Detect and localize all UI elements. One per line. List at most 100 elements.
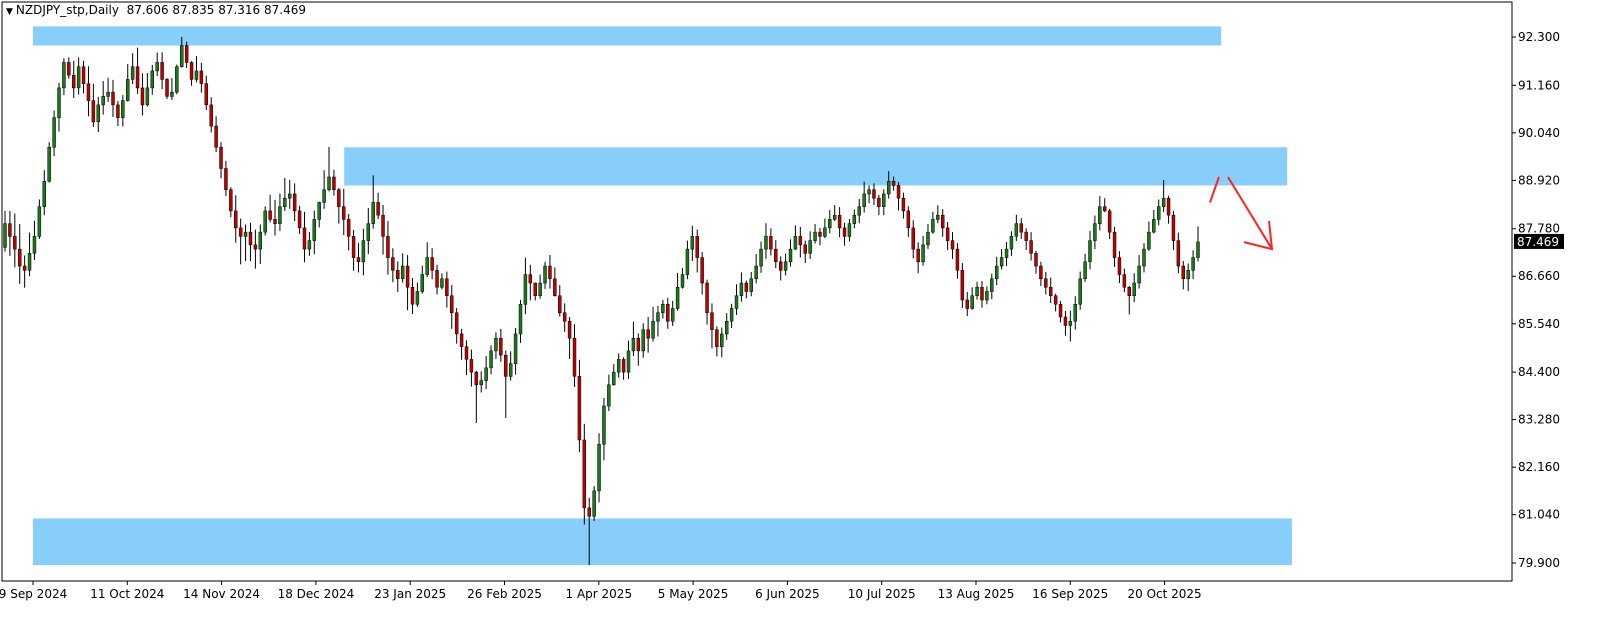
candle bbox=[489, 345, 493, 375]
candle bbox=[337, 188, 341, 224]
x-tick-label: 11 Oct 2024 bbox=[90, 587, 164, 601]
candle bbox=[641, 323, 645, 358]
candle bbox=[440, 273, 444, 290]
x-tick-label: 1 Apr 2025 bbox=[566, 587, 633, 601]
candle bbox=[808, 231, 812, 259]
candle bbox=[248, 222, 253, 261]
candle bbox=[1093, 215, 1097, 250]
candle bbox=[857, 199, 861, 224]
candle bbox=[420, 265, 425, 294]
candle bbox=[52, 110, 56, 157]
candle bbox=[538, 274, 542, 299]
candle bbox=[1009, 231, 1014, 256]
candle bbox=[1048, 277, 1053, 303]
candle bbox=[867, 185, 871, 204]
candle bbox=[793, 225, 798, 250]
candle bbox=[533, 282, 537, 301]
candle bbox=[327, 146, 331, 192]
candle bbox=[754, 254, 758, 284]
x-tick-label: 5 May 2025 bbox=[658, 587, 729, 601]
zone-1[interactable] bbox=[33, 26, 1222, 46]
candle bbox=[612, 364, 616, 386]
candle bbox=[450, 285, 454, 329]
candle bbox=[307, 232, 312, 256]
x-tick-label: 14 Nov 2024 bbox=[183, 587, 260, 601]
candle bbox=[464, 340, 469, 376]
candle bbox=[332, 169, 336, 196]
candle bbox=[916, 242, 920, 274]
candle bbox=[1142, 243, 1146, 273]
candle bbox=[155, 52, 159, 77]
candle bbox=[1171, 210, 1176, 250]
candle bbox=[1132, 273, 1136, 303]
candle bbox=[189, 61, 194, 86]
candle bbox=[636, 333, 641, 366]
candle bbox=[803, 240, 807, 264]
candle bbox=[734, 284, 739, 315]
candle bbox=[292, 183, 297, 222]
candle bbox=[18, 224, 22, 284]
zone-3[interactable] bbox=[33, 518, 1292, 566]
candle bbox=[81, 60, 86, 94]
candle bbox=[842, 222, 847, 246]
candle bbox=[1196, 226, 1200, 262]
candle bbox=[37, 199, 42, 239]
y-tick-label: 84.400 bbox=[1518, 365, 1560, 379]
candle bbox=[1102, 198, 1107, 213]
candle bbox=[1004, 241, 1009, 267]
candle bbox=[862, 181, 866, 213]
candle bbox=[720, 327, 724, 358]
candle bbox=[646, 316, 650, 353]
candle bbox=[931, 211, 935, 234]
candle bbox=[882, 189, 886, 216]
candle bbox=[268, 194, 272, 223]
candle bbox=[724, 313, 729, 340]
candle bbox=[872, 183, 876, 205]
candle bbox=[994, 256, 999, 286]
candle bbox=[258, 224, 263, 264]
candle bbox=[685, 240, 690, 280]
candle bbox=[577, 359, 582, 453]
candle bbox=[553, 267, 557, 297]
candle bbox=[317, 201, 321, 228]
candle bbox=[597, 433, 601, 503]
candle bbox=[562, 303, 567, 332]
candle bbox=[975, 281, 979, 300]
plot-frame bbox=[1, 1, 1513, 582]
candle bbox=[342, 188, 346, 236]
axes-layer: 92.300 91.160 90.040 88.920 87.780 86.660 85.5… bbox=[0, 1, 1564, 601]
candle bbox=[459, 328, 464, 360]
candle bbox=[548, 255, 552, 289]
candle bbox=[1039, 261, 1043, 287]
candle bbox=[764, 223, 768, 259]
x-tick-label: 9 Sep 2024 bbox=[0, 587, 67, 601]
candle bbox=[130, 53, 135, 85]
candle bbox=[926, 224, 930, 250]
candle bbox=[499, 328, 503, 362]
candle bbox=[67, 57, 71, 79]
svg-text:87.469: 87.469 bbox=[1517, 235, 1559, 249]
candle bbox=[818, 227, 822, 246]
candle bbox=[705, 279, 709, 325]
candle bbox=[1191, 250, 1195, 280]
candle bbox=[832, 204, 837, 222]
candle bbox=[474, 370, 479, 424]
candle bbox=[700, 252, 704, 295]
candle bbox=[1137, 255, 1141, 289]
candles-layer bbox=[3, 37, 1200, 566]
chart-window[interactable]: ▼ NZDJPY_stp,Daily 87.606 87.835 87.316 8… bbox=[0, 0, 1604, 620]
candle bbox=[1024, 228, 1028, 250]
candlestick-chart[interactable]: 92.300 91.160 90.040 88.920 87.780 86.660 85.5… bbox=[0, 0, 1604, 620]
candle bbox=[513, 327, 518, 375]
candle bbox=[224, 160, 228, 197]
candle bbox=[1029, 232, 1033, 261]
y-tick-label: 90.040 bbox=[1518, 126, 1560, 140]
y-tick-label: 85.540 bbox=[1518, 317, 1560, 331]
candle bbox=[283, 177, 287, 211]
candle bbox=[1058, 300, 1063, 323]
zone-2[interactable] bbox=[344, 147, 1288, 186]
candle bbox=[243, 224, 248, 261]
candle bbox=[602, 397, 606, 461]
candle bbox=[1147, 221, 1151, 251]
candle bbox=[877, 194, 881, 216]
